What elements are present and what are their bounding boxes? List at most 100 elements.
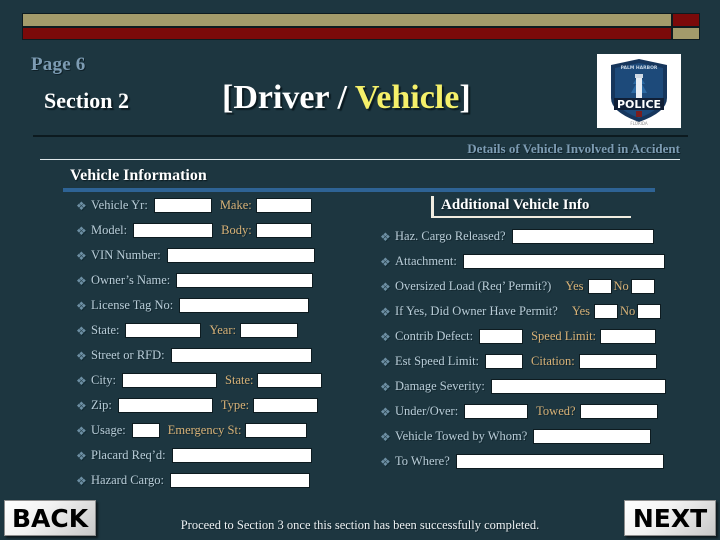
input-attachment[interactable] — [462, 254, 665, 269]
field-label-street-or-rfd: Street or RFD: — [91, 348, 165, 362]
banner-tan-square — [672, 27, 700, 40]
input-license-tag-no[interactable] — [179, 298, 310, 313]
field-label-body: Body: — [221, 223, 252, 237]
input-if-yes-did-owner-have-permit-no[interactable] — [637, 304, 662, 319]
input-state[interactable] — [125, 323, 202, 338]
page-title-open: [Driver / — [222, 79, 355, 116]
field-label-vin-number: VIN Number: — [91, 248, 161, 262]
field-label-vehicle-yr: Vehicle Yr: — [91, 198, 148, 212]
diamond-bullet-icon: ❖ — [76, 198, 87, 213]
form-row-est-speed-limit: ❖ Est Speed Limit: Citation: — [380, 352, 657, 371]
diamond-bullet-icon: ❖ — [380, 304, 391, 319]
form-row-zip: ❖ Zip: Type: — [76, 396, 319, 415]
form-row-haz-cargo-released: ❖ Haz. Cargo Released? — [380, 227, 654, 246]
form-row-license-tag-no: ❖ License Tag No: — [76, 296, 310, 315]
field-label-est-speed-limit: Est Speed Limit: — [395, 354, 480, 368]
input-vehicle-yr-make[interactable] — [255, 198, 312, 213]
banner-tan-bar — [22, 13, 672, 27]
vehicle-information-heading: Vehicle Information — [70, 167, 207, 184]
field-label-yes: Yes — [571, 304, 591, 318]
input-if-yes-did-owner-have-permit-yes[interactable] — [594, 304, 619, 319]
input-zip-type[interactable] — [253, 398, 319, 413]
field-label-placard-reqd: Placard Req’d: — [91, 448, 166, 462]
form-row-street-or-rfd: ❖ Street or RFD: — [76, 346, 312, 365]
field-label-year: Year: — [209, 323, 236, 337]
form-row-damage-severity: ❖ Damage Severity: — [380, 377, 666, 396]
field-label-speed-limit: Speed Limit: — [531, 329, 597, 343]
input-city-state[interactable] — [257, 373, 323, 388]
input-vin-number[interactable] — [166, 248, 315, 263]
page-title-highlight: Vehicle — [354, 79, 460, 116]
diamond-bullet-icon: ❖ — [76, 223, 87, 238]
input-est-speed-limit[interactable] — [485, 354, 524, 369]
input-model[interactable] — [133, 223, 214, 238]
page-label: Page 6 — [31, 54, 86, 75]
back-button[interactable]: BACK — [4, 500, 96, 536]
form-row-to-where: ❖ To Where? — [380, 452, 664, 471]
input-oversized-load-req-permit-no[interactable] — [630, 279, 655, 294]
input-est-speed-limit-citation[interactable] — [578, 354, 657, 369]
diamond-bullet-icon: ❖ — [76, 423, 87, 438]
input-street-or-rfd[interactable] — [170, 348, 312, 363]
form-row-city: ❖ City: State: — [76, 371, 323, 390]
input-usage[interactable] — [131, 423, 160, 438]
next-button[interactable]: NEXT — [624, 500, 716, 536]
field-label-oversized-load-req-permit: Oversized Load (Req’ Permit?) — [395, 279, 552, 293]
svg-text:POLICE: POLICE — [617, 98, 661, 111]
police-badge-icon: POLICE PALM HARBOR FLORIDA — [597, 54, 681, 128]
input-owners-name[interactable] — [176, 273, 314, 288]
field-label-under-over: Under/Over: — [395, 404, 459, 418]
header-divider-light — [40, 159, 680, 160]
form-row-usage: ❖ Usage: Emergency St: — [76, 421, 308, 440]
svg-text:FLORIDA: FLORIDA — [630, 121, 648, 126]
input-state-year[interactable] — [239, 323, 298, 338]
input-contrib-defect[interactable] — [479, 329, 524, 344]
form-row-hazard-cargo: ❖ Hazard Cargo: — [76, 471, 311, 490]
diamond-bullet-icon: ❖ — [380, 404, 391, 419]
field-label-owners-name: Owner’s Name: — [91, 273, 171, 287]
input-oversized-load-req-permit-yes[interactable] — [587, 279, 612, 294]
diamond-bullet-icon: ❖ — [380, 379, 391, 394]
form-row-model: ❖ Model: Body: — [76, 221, 312, 240]
diamond-bullet-icon: ❖ — [76, 273, 87, 288]
diamond-bullet-icon: ❖ — [76, 473, 87, 488]
input-city[interactable] — [122, 373, 218, 388]
input-haz-cargo-released[interactable] — [511, 229, 654, 244]
diamond-bullet-icon: ❖ — [76, 373, 87, 388]
field-label-hazard-cargo: Hazard Cargo: — [91, 473, 165, 487]
diamond-bullet-icon: ❖ — [380, 279, 391, 294]
input-under-over-towed[interactable] — [579, 404, 658, 419]
input-usage-emergency-st[interactable] — [245, 423, 308, 438]
diamond-bullet-icon: ❖ — [380, 354, 391, 369]
input-to-where[interactable] — [455, 454, 664, 469]
form-row-vin-number: ❖ VIN Number: — [76, 246, 315, 265]
field-label-to-where: To Where? — [395, 454, 450, 468]
input-hazard-cargo[interactable] — [170, 473, 311, 488]
field-label-type: Type: — [220, 398, 250, 412]
header-subtitle: Details of Vehicle Involved in Accident — [467, 141, 680, 156]
input-vehicle-towed-by-whom[interactable] — [533, 429, 652, 444]
input-model-body[interactable] — [255, 223, 312, 238]
field-label-make: Make: — [219, 198, 252, 212]
field-label-city: City: — [91, 373, 117, 387]
field-label-emergency-st: Emergency St: — [167, 423, 242, 437]
input-damage-severity[interactable] — [490, 379, 666, 394]
input-under-over[interactable] — [464, 404, 529, 419]
input-placard-reqd[interactable] — [171, 448, 312, 463]
field-label-contrib-defect: Contrib Defect: — [395, 329, 474, 343]
page-title: [Driver / Vehicle] — [222, 79, 471, 117]
additional-vehicle-info-label: Additional Vehicle Info — [441, 197, 590, 213]
input-zip[interactable] — [117, 398, 213, 413]
diamond-bullet-icon: ❖ — [380, 229, 391, 244]
diamond-bullet-icon: ❖ — [380, 329, 391, 344]
input-contrib-defect-speed-limit[interactable] — [600, 329, 657, 344]
banner-red-bar — [22, 27, 672, 40]
field-label-damage-severity: Damage Severity: — [395, 379, 485, 393]
field-label-attachment: Attachment: — [395, 254, 457, 268]
field-label-no: No — [620, 304, 636, 318]
banner-red-square — [672, 13, 700, 27]
diamond-bullet-icon: ❖ — [380, 429, 391, 444]
input-vehicle-yr[interactable] — [153, 198, 212, 213]
diamond-bullet-icon: ❖ — [76, 298, 87, 313]
field-label-usage: Usage: — [91, 423, 126, 437]
